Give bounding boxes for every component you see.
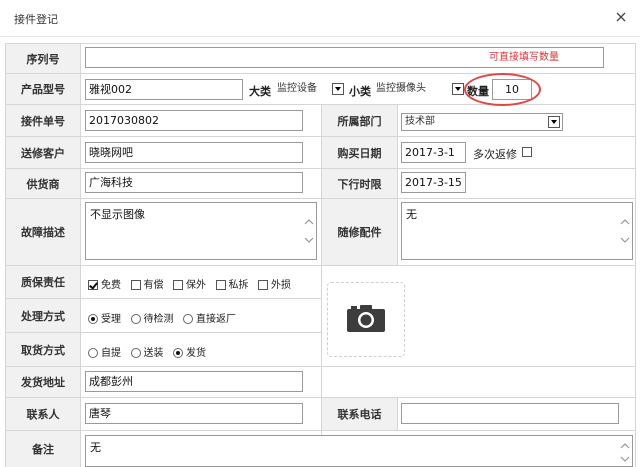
department-select[interactable]: 技术部: [401, 113, 563, 131]
pickup-option-deliver[interactable]: 送装: [130, 344, 164, 359]
product-model-label: 产品型号: [6, 74, 80, 104]
customer-label: 送修客户: [6, 137, 80, 168]
process-options: 受理 待检测 直接返厂: [88, 310, 242, 325]
ship-address-label: 发货地址: [6, 367, 80, 397]
accessories-value: 无: [406, 208, 417, 221]
product-model-input[interactable]: 雅视002: [85, 79, 243, 100]
qty-label: 数量: [467, 85, 489, 98]
radio: [88, 348, 98, 358]
scroll-down-icon[interactable]: [304, 235, 314, 245]
radio: [183, 314, 193, 324]
qty-input[interactable]: 10: [492, 79, 532, 100]
remark-label: 备注: [6, 431, 80, 467]
radio-selected: [88, 314, 98, 324]
department-label: 所属部门: [322, 105, 397, 136]
multi-repair-label: 多次返修: [473, 148, 517, 161]
order-number-input[interactable]: 2017030802: [85, 110, 303, 131]
pickup-option-ship[interactable]: 发货: [173, 344, 206, 359]
radio-selected: [173, 348, 183, 358]
category-value: 监控设备: [277, 83, 317, 94]
checkbox: [173, 280, 183, 290]
photo-upload[interactable]: [327, 282, 405, 357]
warranty-option-out[interactable]: 保外: [173, 276, 206, 291]
contact-input[interactable]: 唐琴: [85, 403, 303, 424]
checkbox: [130, 280, 141, 290]
subcategory-select[interactable]: 监控摄像头: [373, 81, 466, 99]
subcategory-value: 监控摄像头: [376, 83, 426, 94]
process-option-pending[interactable]: 待检测: [130, 310, 174, 325]
checkbox-checked: [88, 280, 98, 290]
order-number-label: 接件单号: [6, 105, 80, 136]
supplier-label: 供货商: [6, 169, 80, 198]
purchase-date-label: 购买日期: [322, 137, 397, 168]
multi-repair-checkbox[interactable]: [522, 147, 532, 157]
contact-label: 联系人: [6, 398, 80, 430]
serial-input[interactable]: 可直接填写数量: [85, 47, 604, 68]
radio: [130, 348, 141, 358]
process-option-accept[interactable]: 受理: [88, 310, 121, 325]
category-select[interactable]: 监控设备: [274, 81, 346, 99]
phone-label: 联系电话: [322, 398, 397, 430]
accessories-label: 随修配件: [322, 199, 397, 265]
checkbox: [258, 280, 268, 290]
process-option-return[interactable]: 直接返厂: [183, 310, 236, 325]
warranty-option-free[interactable]: 免费: [88, 276, 121, 291]
chevron-down-icon: [332, 83, 344, 95]
pickup-options: 自提 送装 发货: [88, 344, 212, 359]
supplier-input[interactable]: 广海科技: [85, 172, 303, 193]
fault-textarea[interactable]: 不显示图像: [85, 202, 317, 260]
warranty-option-unauthorized[interactable]: 私拆: [215, 276, 249, 291]
scroll-down-icon[interactable]: [620, 235, 630, 245]
ship-address-input[interactable]: 成都彭州: [85, 371, 303, 392]
remark-value: 无: [90, 441, 101, 454]
dialog-title: 接件登记: [14, 13, 58, 26]
pickup-option-self[interactable]: 自提: [88, 344, 121, 359]
scroll-up-icon[interactable]: [620, 441, 630, 451]
dialog-header: 接件登记: [0, 0, 640, 37]
fault-label: 故障描述: [6, 199, 80, 265]
department-value: 技术部: [405, 116, 435, 127]
subcategory-label: 小类: [349, 85, 371, 98]
purchase-date-input[interactable]: 2017-3-1: [401, 142, 466, 163]
radio: [130, 314, 141, 324]
chevron-down-icon: [548, 116, 560, 128]
deadline-input[interactable]: 2017-3-15: [401, 172, 466, 193]
customer-input[interactable]: 晓晓网吧: [85, 142, 303, 163]
chevron-down-icon: [452, 83, 464, 95]
close-icon[interactable]: [612, 8, 630, 26]
warranty-option-external-damage[interactable]: 外损: [258, 276, 291, 291]
process-label: 处理方式: [6, 299, 80, 332]
scroll-up-icon[interactable]: [620, 217, 630, 227]
checkbox: [215, 280, 226, 290]
category-label: 大类: [249, 85, 271, 98]
fault-value: 不显示图像: [90, 208, 145, 221]
accessories-textarea[interactable]: 无: [401, 202, 633, 260]
serial-label: 序列号: [6, 44, 80, 73]
scroll-up-icon[interactable]: [304, 217, 314, 227]
warranty-option-paid[interactable]: 有偿: [130, 276, 164, 291]
scroll-down-icon[interactable]: [620, 454, 630, 464]
warranty-label: 质保责任: [6, 266, 80, 298]
remark-textarea[interactable]: 无: [85, 435, 633, 467]
deadline-label: 下行时限: [322, 169, 397, 198]
phone-input[interactable]: [401, 403, 619, 424]
warranty-options: 免费 有偿 保外 私拆 外损: [88, 276, 297, 291]
pickup-label: 取货方式: [6, 333, 80, 366]
camera-icon: [346, 303, 386, 336]
